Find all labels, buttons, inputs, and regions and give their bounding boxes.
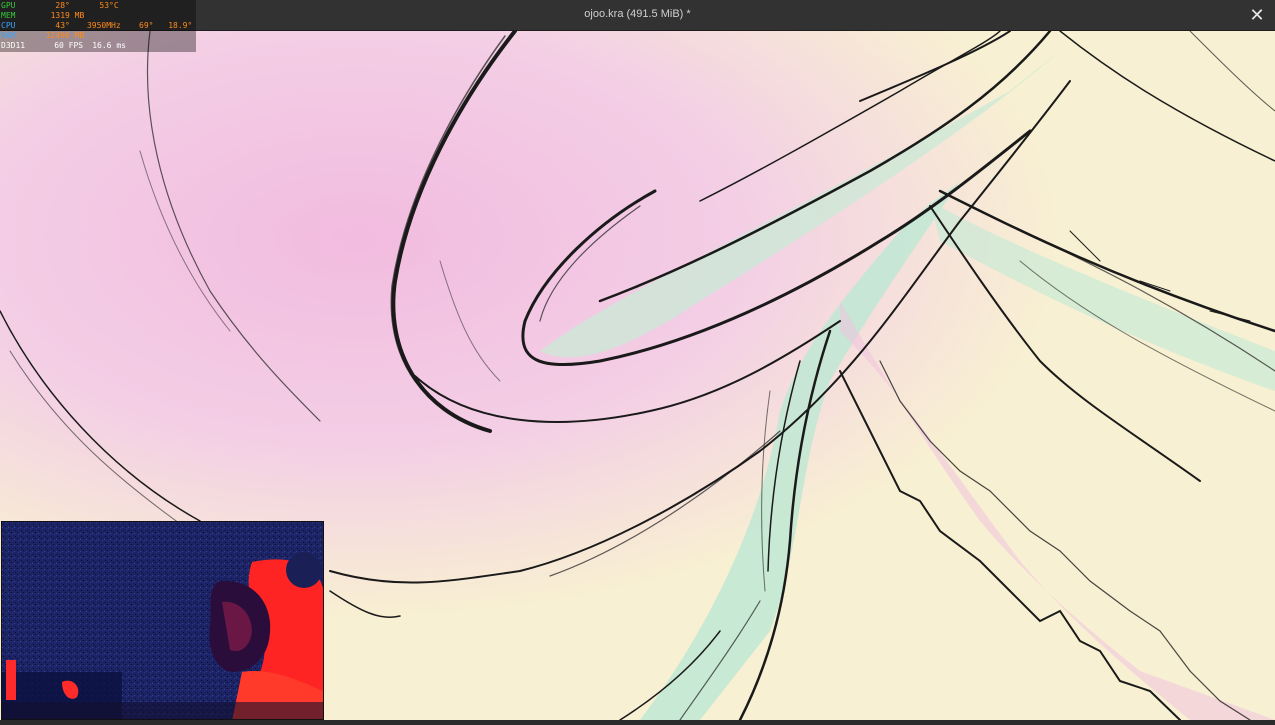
overlay-value: 3950MHz	[86, 21, 121, 30]
overlay-unit: MB	[74, 11, 85, 20]
overlay-value: 60	[54, 41, 64, 50]
overlay-unit: ms	[116, 41, 126, 50]
overlay-value: 1319	[50, 11, 70, 20]
overlay-row-mem: MEM 1319 MB	[1, 11, 192, 21]
overlay-row-ram: RAM 12496 MB	[1, 31, 192, 41]
performance-overlay: GPU 28° 53°C MEM 1319 MB CPU 43° 3950MHz…	[0, 0, 197, 52]
overlay-value: 53°C	[99, 1, 119, 10]
overlay-value: 16.6	[92, 41, 112, 50]
overlay-row-gpu: GPU 28° 53°C	[1, 1, 192, 11]
overlay-label: CPU	[1, 21, 16, 30]
overlay-value: 18.9°	[168, 21, 193, 30]
overlay-value: 28°	[55, 1, 70, 10]
overlay-label: MEM	[1, 11, 16, 20]
overlay-label: D3D11	[1, 41, 26, 50]
overlay-value: 12496	[45, 31, 70, 40]
webcam-image	[2, 522, 323, 719]
overlay-value: 69°	[139, 21, 154, 30]
overlay-row-d3d11: D3D11 60 FPS 16.6 ms	[1, 41, 192, 51]
overlay-value: 43°	[55, 21, 70, 30]
overlay-unit: MB	[74, 31, 85, 40]
overlay-label: GPU	[1, 1, 16, 10]
overlay-label: RAM	[1, 31, 16, 40]
overlay-row-cpu: CPU 43° 3950MHz 69° 18.9°	[1, 21, 192, 31]
overlay-unit: FPS	[68, 41, 84, 50]
webcam-feed	[1, 521, 324, 720]
close-button[interactable]: ✕	[1245, 4, 1269, 26]
